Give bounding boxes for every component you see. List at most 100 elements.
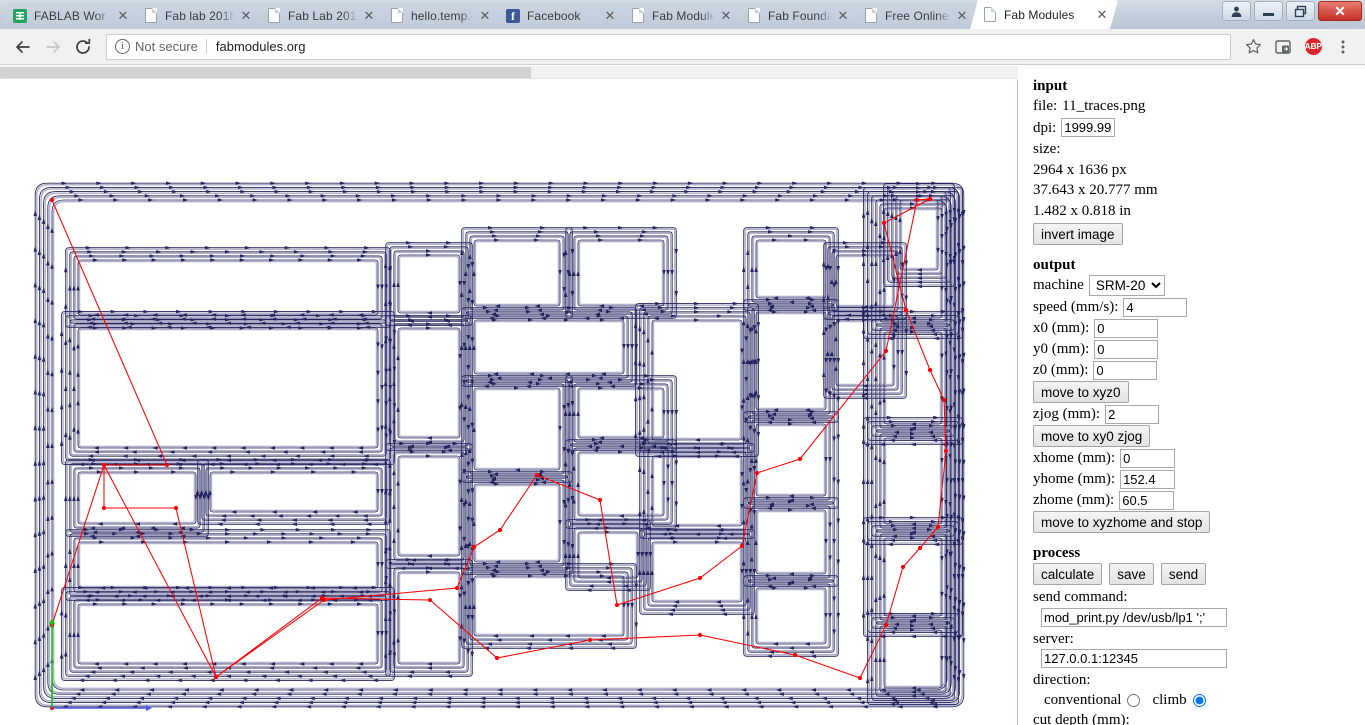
file-label: file: xyxy=(1033,98,1058,114)
back-arrow-icon xyxy=(16,40,30,53)
send-command-input[interactable] xyxy=(1041,607,1227,627)
conventional-radio[interactable] xyxy=(1127,693,1141,707)
zhome-label: zhome (mm): xyxy=(1033,491,1115,508)
size-px: 2964 x 1636 px xyxy=(1033,161,1127,178)
browser-tab-0[interactable]: FABLAB Wor ✕ xyxy=(0,2,139,29)
z0-input[interactable] xyxy=(1093,360,1158,380)
toolpath-canvas-container[interactable] xyxy=(0,80,1018,725)
tab-title: Facebook xyxy=(527,8,581,23)
save-button[interactable]: save xyxy=(1109,563,1154,585)
url-text: fabmodules.org xyxy=(215,39,306,54)
browser-tab-7[interactable]: Free Online ✕ xyxy=(851,2,978,29)
tab-title: Free Online xyxy=(885,8,949,23)
zjog-row: zjog (mm): xyxy=(1033,404,1365,424)
document-icon xyxy=(632,8,644,23)
tab-close-button[interactable]: ✕ xyxy=(835,8,851,24)
tab-close-button[interactable]: ✕ xyxy=(477,8,493,24)
tab-close-button[interactable]: ✕ xyxy=(238,8,254,24)
browser-tab-8[interactable]: Fab Modules ✕ xyxy=(970,0,1118,29)
facebook-icon: f xyxy=(506,9,520,23)
forward-button[interactable] xyxy=(38,32,68,62)
browser-tab-5[interactable]: Fab Modules✕ xyxy=(618,2,742,29)
speed-label: speed (mm/s): xyxy=(1033,298,1119,315)
section-gap-2 xyxy=(1033,534,1365,545)
input-file-row: file: 11_traces.png xyxy=(1033,96,1365,117)
close-window-button[interactable]: ✕ xyxy=(1318,1,1362,21)
direction-label: direction: xyxy=(1033,672,1091,688)
person-icon xyxy=(1231,6,1242,17)
y0-input[interactable] xyxy=(1094,339,1159,359)
info-icon[interactable]: i xyxy=(115,39,130,54)
z0-row: z0 (mm): xyxy=(1033,360,1365,380)
input-dpi-row: dpi: xyxy=(1033,118,1365,139)
move-to-xyzhome-and-stop-button[interactable]: move to xyzhome and stop xyxy=(1033,511,1211,533)
browser-tab-6[interactable]: Fab Foundat ✕ xyxy=(734,2,859,29)
server-input[interactable] xyxy=(1041,649,1227,668)
browser-tab-1[interactable]: Fab lab 2018 ✕ xyxy=(131,2,262,29)
machine-select[interactable]: SRM-20 xyxy=(1088,275,1165,296)
x0-label: x0 (mm): xyxy=(1033,319,1090,336)
restore-button[interactable] xyxy=(1286,1,1315,21)
move-xyzhome-row: move to xyzhome and stop xyxy=(1033,511,1365,533)
speed-input[interactable] xyxy=(1123,297,1188,317)
tab-close-button[interactable]: ✕ xyxy=(115,8,131,24)
send-button[interactable]: send xyxy=(1160,563,1207,585)
x0-input[interactable] xyxy=(1094,318,1159,338)
page-content: input file: 11_traces.png dpi: size: 296… xyxy=(0,66,1365,725)
browser-tab-4[interactable]: f Facebook ✕ xyxy=(493,2,626,29)
tab-close-button[interactable]: ✕ xyxy=(1094,7,1110,23)
xhome-input[interactable] xyxy=(1120,448,1176,468)
move-to-xyz0-button[interactable]: move to xyz0 xyxy=(1033,381,1129,403)
z0-label: z0 (mm): xyxy=(1033,361,1089,378)
dpi-input[interactable] xyxy=(1061,118,1116,138)
move-xy0-zjog-row: move to xy0 zjog xyxy=(1033,425,1365,447)
abp-icon: ABP xyxy=(1304,38,1322,55)
adblock-plus-button[interactable]: ABP xyxy=(1299,33,1327,61)
sheets-icon xyxy=(13,9,27,23)
horizontal-scrollbar[interactable] xyxy=(0,66,1018,79)
minimize-button[interactable] xyxy=(1254,1,1283,21)
size-label: size: xyxy=(1033,141,1061,157)
toolpath-preview[interactable] xyxy=(0,80,1018,725)
xhome-row: xhome (mm): xyxy=(1033,448,1365,468)
document-icon xyxy=(268,8,280,23)
cast-extension-button[interactable] xyxy=(1269,33,1297,61)
browser-tab-3[interactable]: hello.temp.4 ✕ xyxy=(377,2,501,29)
xhome-label: xhome (mm): xyxy=(1033,449,1116,466)
user-account-button[interactable] xyxy=(1222,1,1251,21)
zjog-input[interactable] xyxy=(1105,404,1160,424)
conventional-label: conventional xyxy=(1044,691,1122,708)
tab-close-button[interactable]: ✕ xyxy=(361,8,377,24)
browser-tab-2[interactable]: Fab Lab 2017 ✕ xyxy=(254,2,385,29)
tab-close-button[interactable]: ✕ xyxy=(718,8,734,24)
process-section-title: process xyxy=(1033,545,1081,561)
tab-title: hello.temp.4 xyxy=(411,8,474,23)
address-bar[interactable]: i Not secure fabmodules.org xyxy=(106,33,1231,60)
cut-depth-label: cut depth (mm): xyxy=(1033,711,1130,725)
tab-close-button[interactable]: ✕ xyxy=(954,8,970,24)
document-icon xyxy=(748,8,760,23)
chrome-menu-button[interactable] xyxy=(1329,33,1357,61)
invert-image-button[interactable]: invert image xyxy=(1033,223,1123,245)
zhome-row: zhome (mm): xyxy=(1033,490,1365,510)
y0-row: y0 (mm): xyxy=(1033,339,1365,359)
calculate-button[interactable]: calculate xyxy=(1033,563,1103,585)
x0-row: x0 (mm): xyxy=(1033,318,1365,338)
bookmark-star-button[interactable] xyxy=(1239,33,1267,61)
move-to-xy0-zjog-button[interactable]: move to xy0 zjog xyxy=(1033,425,1151,447)
machine-label: machine xyxy=(1033,277,1084,293)
machine-row: machine SRM-20 xyxy=(1033,275,1365,296)
zhome-input[interactable] xyxy=(1119,490,1175,510)
cast-icon xyxy=(1275,39,1291,54)
back-button[interactable] xyxy=(8,32,38,62)
y0-label: y0 (mm): xyxy=(1033,340,1090,357)
yhome-input[interactable] xyxy=(1120,469,1176,489)
reload-button[interactable] xyxy=(68,32,98,62)
climb-radio[interactable] xyxy=(1192,693,1206,707)
horizontal-scrollbar-thumb[interactable] xyxy=(0,67,531,78)
tab-title: Fab Modules xyxy=(652,8,715,23)
size-mm: 37.643 x 20.777 mm xyxy=(1033,182,1158,198)
tab-close-button[interactable]: ✕ xyxy=(602,8,618,24)
file-value: 11_traces.png xyxy=(1062,98,1146,114)
yhome-label: yhome (mm): xyxy=(1033,470,1116,487)
